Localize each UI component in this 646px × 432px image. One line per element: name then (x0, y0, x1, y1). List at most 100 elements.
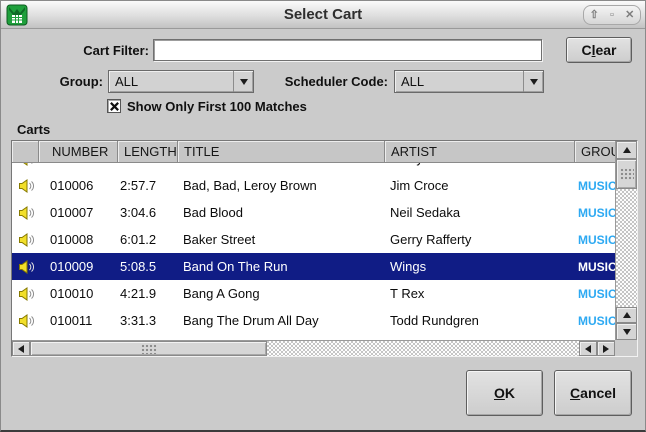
cart-number: 010006 (39, 178, 118, 193)
show-only-first-100-checkbox[interactable] (107, 99, 121, 113)
cancel-button[interactable]: Cancel (554, 370, 632, 416)
table-row[interactable]: 010005 2:55.9 Backstabbers O'Jays MUSIC (12, 163, 615, 172)
cart-group: MUSIC (575, 163, 615, 166)
cart-title: Bad Blood (178, 205, 385, 220)
table-row[interactable]: 010008 6:01.2 Baker Street Gerry Raffert… (12, 226, 615, 253)
table-row[interactable]: 010011 3:31.3 Bang The Drum All Day Todd… (12, 307, 615, 334)
checkbox-x-icon (109, 101, 120, 112)
close-icon[interactable]: ✕ (625, 10, 634, 21)
cart-number: 010011 (39, 313, 118, 328)
cart-title: Bang The Drum All Day (178, 313, 385, 328)
cart-artist: Neil Sedaka (385, 205, 575, 220)
scroll-right-icon[interactable] (597, 341, 615, 356)
scroll-down-icon[interactable] (616, 323, 637, 340)
column-header-artist[interactable]: ARTIST (385, 141, 575, 163)
window-controls: ⇧ ▫ ✕ (583, 5, 641, 25)
scheduler-code-select-value: ALL (395, 74, 523, 89)
cart-group: MUSIC (575, 179, 615, 193)
scheduler-code-select[interactable]: ALL (394, 70, 544, 93)
scheduler-code-label: Scheduler Code: (241, 74, 388, 89)
cart-group: MUSIC (575, 206, 615, 220)
carts-table-header: NUMBER LENGTH TITLE ARTIST GROUP (12, 141, 615, 163)
cart-artist: Jim Croce (385, 178, 575, 193)
vertical-scrollbar[interactable] (615, 141, 637, 340)
select-cart-dialog: Select Cart ⇧ ▫ ✕ Cart Filter: Clear Gro… (0, 0, 646, 432)
cart-length: 2:55.9 (118, 163, 178, 166)
cart-filter-input[interactable] (153, 39, 542, 61)
carts-table-viewport: 010005 2:55.9 Backstabbers O'Jays MUSIC … (12, 163, 615, 340)
column-header-icon[interactable] (12, 141, 39, 163)
table-row[interactable]: 010006 2:57.7 Bad, Bad, Leroy Brown Jim … (12, 172, 615, 199)
table-row[interactable]: 010012 2:54.7 Big Shot Billy Joel MUSIC (12, 334, 615, 340)
cart-length: 3:31.3 (118, 313, 178, 328)
ok-button[interactable]: OK (466, 370, 543, 416)
cart-title: Bad, Bad, Leroy Brown (178, 178, 385, 193)
speaker-icon (18, 314, 34, 328)
dialog-body: Cart Filter: Clear Group: ALL Scheduler … (1, 29, 645, 430)
carts-table-main: NUMBER LENGTH TITLE ARTIST GROUP 010005 … (12, 141, 615, 340)
clear-label-post: ear (595, 42, 616, 58)
cart-number: 010007 (39, 205, 118, 220)
show-only-first-100-label: Show Only First 100 Matches (127, 99, 307, 114)
table-row[interactable]: 010007 3:04.6 Bad Blood Neil Sedaka MUSI… (12, 199, 615, 226)
clear-label-pre: C (581, 42, 591, 58)
maximize-icon[interactable]: ▫ (610, 10, 614, 21)
cart-title: Band On The Run (178, 259, 385, 274)
cart-group: MUSIC (575, 287, 615, 301)
group-select[interactable]: ALL (108, 70, 254, 93)
cart-length: 4:21.9 (118, 286, 178, 301)
horizontal-scrollbar-track[interactable] (267, 341, 579, 356)
shade-icon[interactable]: ⇧ (590, 10, 599, 21)
cart-artist: Todd Rundgren (385, 313, 575, 328)
scroll-left-icon[interactable] (579, 341, 597, 356)
cart-group: MUSIC (575, 260, 615, 274)
cart-title: Baker Street (178, 232, 385, 247)
speaker-icon (18, 260, 34, 274)
vertical-scrollbar-thumb[interactable] (616, 159, 637, 189)
titlebar[interactable]: Select Cart ⇧ ▫ ✕ (1, 1, 645, 29)
speaker-icon (18, 287, 34, 301)
speaker-icon (18, 179, 34, 193)
cart-number: 010009 (39, 259, 118, 274)
cart-artist: T Rex (385, 286, 575, 301)
table-row[interactable]: 010010 4:21.9 Bang A Gong T Rex MUSIC (12, 280, 615, 307)
carts-table: NUMBER LENGTH TITLE ARTIST GROUP 010005 … (11, 140, 638, 357)
cart-length: 5:08.5 (118, 259, 178, 274)
cart-number: 010008 (39, 232, 118, 247)
scroll-up-icon[interactable] (616, 307, 637, 323)
chevron-down-icon[interactable] (523, 71, 543, 92)
vertical-scrollbar-track[interactable] (616, 189, 637, 307)
column-header-group[interactable]: GROUP (575, 141, 615, 163)
cart-filter-label: Cart Filter: (1, 43, 149, 58)
ok-label-post: K (505, 385, 515, 401)
table-row-selected[interactable]: 010009 5:08.5 Band On The Run Wings MUSI… (12, 253, 615, 280)
cart-group: MUSIC (575, 314, 615, 328)
cart-artist: Gerry Rafferty (385, 232, 575, 247)
group-label: Group: (1, 74, 103, 89)
group-select-value: ALL (109, 74, 233, 89)
cart-length: 3:04.6 (118, 205, 178, 220)
cart-group: MUSIC (575, 233, 615, 247)
horizontal-scrollbar-thumb[interactable] (30, 341, 267, 356)
column-header-length[interactable]: LENGTH (118, 141, 178, 163)
cart-title: Bang A Gong (178, 286, 385, 301)
scroll-up-icon[interactable] (616, 141, 637, 159)
speaker-icon (18, 206, 34, 220)
speaker-icon (18, 233, 34, 247)
cart-number: 010005 (39, 163, 118, 166)
scrollbar-corner (615, 340, 637, 356)
column-header-title[interactable]: TITLE (178, 141, 385, 163)
horizontal-scrollbar[interactable] (12, 340, 615, 356)
column-header-number[interactable]: NUMBER (39, 141, 118, 163)
scroll-left-icon[interactable] (12, 341, 30, 356)
cancel-label-post: ancel (580, 385, 616, 401)
cart-length: 2:57.7 (118, 178, 178, 193)
speaker-icon (18, 163, 34, 166)
cart-artist: Wings (385, 259, 575, 274)
cancel-label-key: C (570, 385, 580, 401)
cart-title: Backstabbers (178, 163, 385, 166)
window-title: Select Cart (1, 6, 645, 23)
clear-button[interactable]: Clear (566, 37, 632, 63)
cart-number: 010010 (39, 286, 118, 301)
carts-table-rows: 010005 2:55.9 Backstabbers O'Jays MUSIC … (12, 163, 615, 340)
